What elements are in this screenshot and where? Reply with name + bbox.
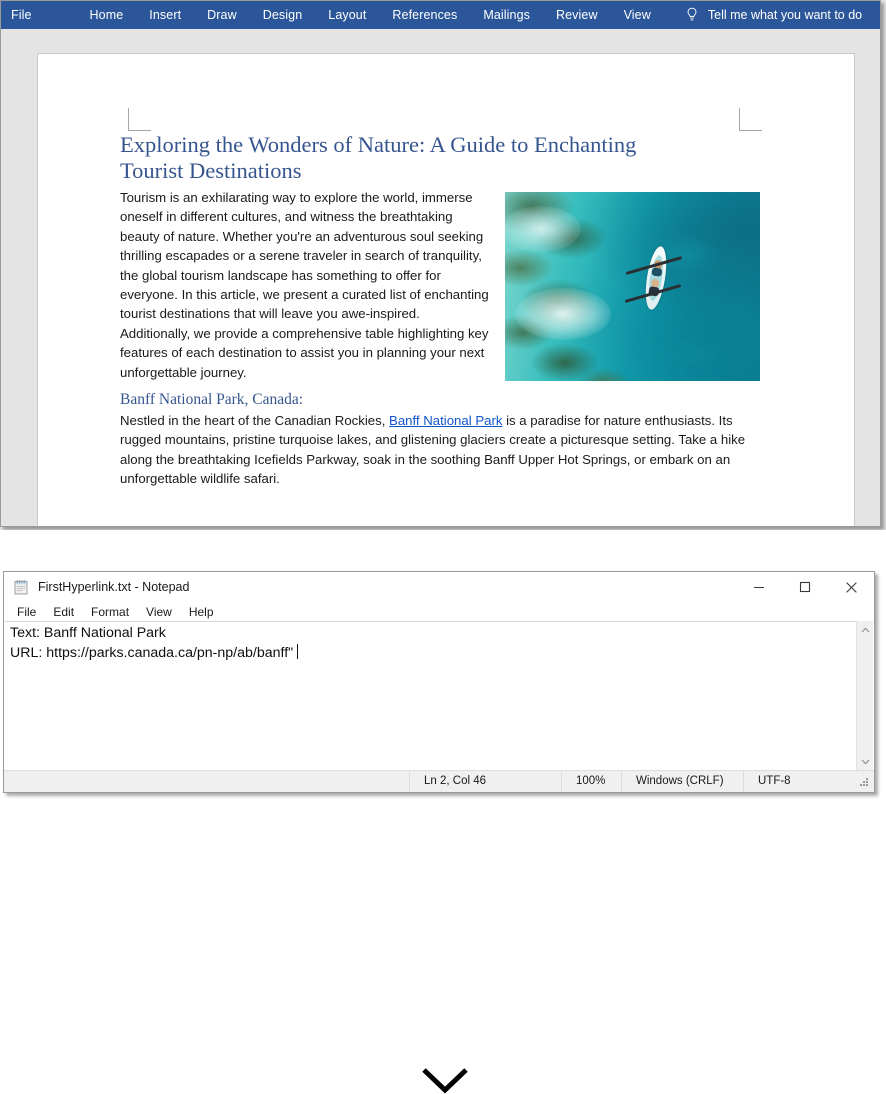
ribbon-tab-file[interactable]: File [11,1,32,29]
word-page: Exploring the Wonders of Nature: A Guide… [37,53,855,526]
menu-item-file[interactable]: File [17,605,36,619]
intro-block: Tourism is an exhilarating way to explor… [120,188,760,382]
step-separator [0,530,886,1094]
status-cursor-position: Ln 2, Col 46 [409,771,561,792]
word-window: File Home Insert Draw Design Layout Refe… [0,0,886,530]
window-controls [736,572,874,602]
scroll-down-button[interactable] [857,753,874,770]
ribbon-tab-layout[interactable]: Layout [328,1,366,29]
scroll-up-button[interactable] [857,621,874,638]
menu-item-help[interactable]: Help [189,605,214,619]
notepad-line-2: URL: https://parks.canada.ca/pn-np/ab/ba… [10,644,294,661]
resize-grip[interactable] [857,775,871,789]
notepad-line-1: Text: Banff National Park [10,625,166,641]
status-zoom-level: 100% [561,771,621,792]
section-paragraph-banff: Nestled in the heart of the Canadian Roc… [120,411,748,489]
section-text-before-link: Nestled in the heart of the Canadian Roc… [120,413,390,429]
lightbulb-icon [687,7,697,21]
tell-me-label: Tell me what you want to do [707,8,863,22]
margin-corner-mark-top-left [128,108,151,131]
close-icon [845,581,857,593]
notepad-icon [14,580,28,595]
menu-item-view[interactable]: View [146,605,172,619]
chevron-down-icon [422,1068,468,1094]
word-ribbon-tabbar: File Home Insert Draw Design Layout Refe… [1,1,880,29]
notepad-titlebar[interactable]: FirstHyperlink.txt - Notepad [4,572,874,602]
notepad-title-text: FirstHyperlink.txt - Notepad [38,580,190,594]
ribbon-tab-insert[interactable]: Insert [149,1,181,29]
kayak-aerial-photo[interactable] [505,192,760,381]
chevron-up-icon [861,627,870,632]
hyperlink-banff-national-park[interactable]: Banff National Park [389,413,502,428]
ribbon-tab-home[interactable]: Home [90,1,124,29]
menu-item-format[interactable]: Format [91,605,129,619]
notepad-text-content: Text: Banff National Park URL: https://pa… [10,624,299,663]
notepad-window: FirstHyperlink.txt - Notepad File Edit F… [3,571,875,793]
section-heading-banff: Banff National Park, Canada: [120,391,304,409]
close-button[interactable] [828,572,874,602]
ribbon-tab-draw[interactable]: Draw [207,1,237,29]
margin-corner-mark-top-right [739,108,762,131]
tell-me-search[interactable]: Tell me what you want to do [685,7,862,23]
status-line-ending: Windows (CRLF) [621,771,743,792]
document-body: Exploring the Wonders of Nature: A Guide… [120,132,760,489]
document-title: Exploring the Wonders of Nature: A Guide… [120,132,637,183]
vertical-scrollbar[interactable] [856,621,873,770]
maximize-button[interactable] [782,572,828,602]
minimize-button[interactable] [736,572,782,602]
maximize-icon [799,581,811,593]
ribbon-tab-view[interactable]: View [624,1,651,29]
notepad-text-area[interactable]: Text: Banff National Park URL: https://pa… [5,621,873,770]
ribbon-tab-references[interactable]: References [392,1,457,29]
ribbon-tab-design[interactable]: Design [263,1,303,29]
word-document-canvas[interactable]: Exploring the Wonders of Nature: A Guide… [1,29,880,526]
notepad-menubar: File Edit Format View Help [4,602,874,621]
minimize-icon [754,587,764,588]
text-caret [297,643,299,659]
menu-item-edit[interactable]: Edit [53,605,74,619]
ribbon-tab-review[interactable]: Review [556,1,598,29]
notepad-statusbar: Ln 2, Col 46 100% Windows (CRLF) UTF-8 [4,770,874,792]
ribbon-tab-mailings[interactable]: Mailings [483,1,530,29]
chevron-down-icon [861,759,870,764]
word-window-frame: File Home Insert Draw Design Layout Refe… [0,0,881,527]
status-encoding: UTF-8 [743,771,855,792]
